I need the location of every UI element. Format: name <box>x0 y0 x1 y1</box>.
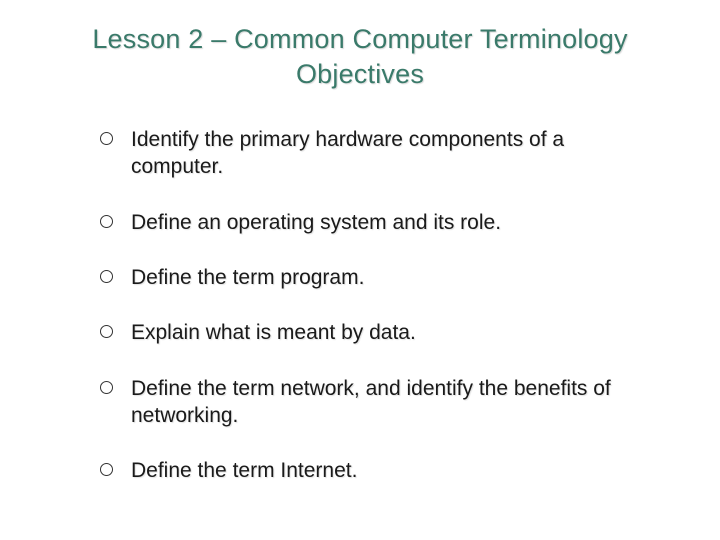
objective-text: Explain what is meant by data. <box>131 319 650 346</box>
slide-title: Lesson 2 – Common Computer Terminology O… <box>40 22 680 92</box>
bullet-icon <box>100 381 113 394</box>
objective-text: Define the term program. <box>131 264 650 291</box>
list-item: Define the term Internet. <box>100 457 650 484</box>
bullet-icon <box>100 132 113 145</box>
objective-text: Identify the primary hardware components… <box>131 126 650 181</box>
objective-text: Define the term network, and identify th… <box>131 375 650 430</box>
list-item: Identify the primary hardware components… <box>100 126 650 181</box>
list-item: Define the term network, and identify th… <box>100 375 650 430</box>
list-item: Define the term program. <box>100 264 650 291</box>
bullet-icon <box>100 270 113 283</box>
objective-text: Define an operating system and its role. <box>131 209 650 236</box>
objectives-list: Identify the primary hardware components… <box>40 126 680 484</box>
list-item: Explain what is meant by data. <box>100 319 650 346</box>
list-item: Define an operating system and its role. <box>100 209 650 236</box>
bullet-icon <box>100 463 113 476</box>
objective-text: Define the term Internet. <box>131 457 650 484</box>
bullet-icon <box>100 325 113 338</box>
bullet-icon <box>100 215 113 228</box>
